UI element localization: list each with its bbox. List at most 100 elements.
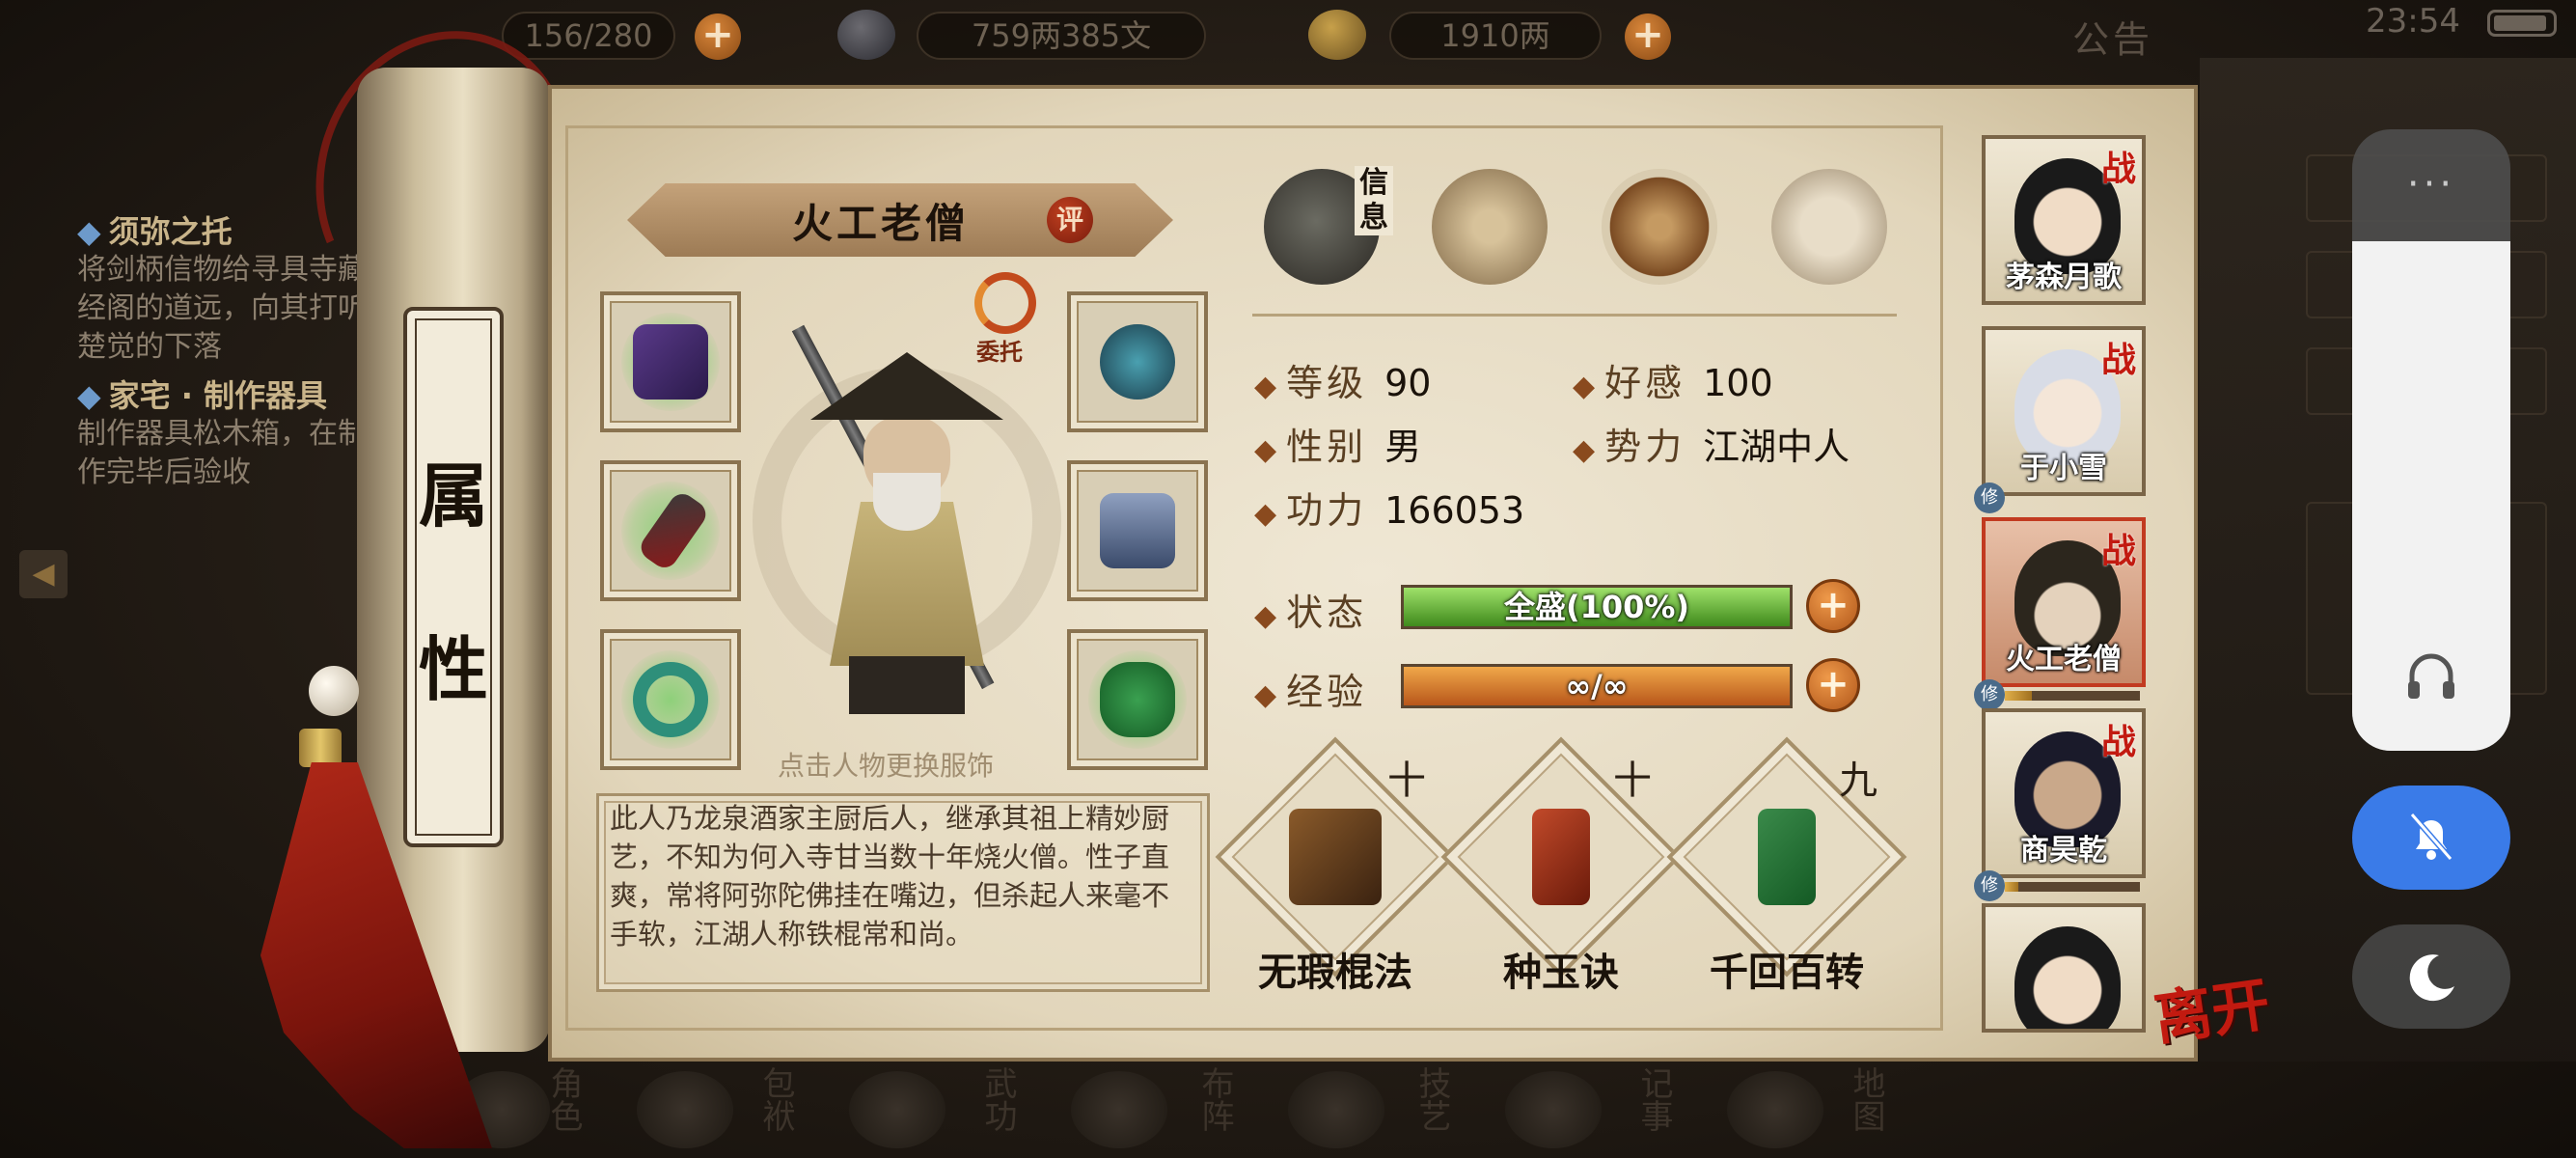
tab-book-icon[interactable]	[1432, 169, 1548, 285]
stat-power: ◆ 功力 166053	[1254, 489, 1525, 532]
staff-manual-icon[interactable]	[1289, 809, 1382, 905]
menu-icon[interactable]	[849, 1071, 945, 1148]
stat-level: ◆ 等级 90	[1254, 362, 1432, 404]
equip-slot-accessory[interactable]	[1067, 629, 1208, 770]
cultivate-badge: 修	[1974, 679, 2005, 710]
jade-bead	[309, 666, 359, 716]
equip-slot-ring[interactable]	[600, 629, 741, 770]
collapse-arrow-icon[interactable]: ◀	[19, 550, 68, 598]
exp-bar: ∞/∞	[1401, 664, 1793, 708]
bottom-menu-map[interactable]: 地图	[1843, 1066, 1890, 1153]
menu-icon[interactable]	[1071, 1071, 1167, 1148]
scroll-label-border	[415, 318, 492, 836]
entrust-label[interactable]: 委托	[976, 333, 1023, 367]
roster-card[interactable]: 战 商昊乾	[1982, 708, 2146, 878]
skill-level: 十	[1613, 758, 1652, 803]
bottom-menu-bag[interactable]: 包袱	[753, 1066, 800, 1153]
battle-badge: 战	[2100, 723, 2136, 762]
roster-progress	[2005, 882, 2140, 892]
battle-badge: 战	[2100, 150, 2136, 189]
armor-icon	[1100, 493, 1175, 568]
tab-meridian-icon[interactable]	[1771, 169, 1887, 285]
exp-add-button[interactable]: +	[1806, 658, 1860, 712]
bottom-menu-formation[interactable]: 布阵	[1192, 1066, 1239, 1153]
more-options-icon[interactable]: ···	[2352, 162, 2510, 207]
roster-card[interactable]: 战 茅森月歌	[1982, 135, 2146, 305]
gold-ingot-icon	[1308, 10, 1366, 60]
equip-slot-hidden-weapon[interactable]	[600, 460, 741, 601]
battle-badge: 战	[2100, 341, 2136, 380]
quest-description: 制作器具松木箱，在制作完毕后验收	[77, 417, 367, 489]
gold-counter: 1910两	[1389, 12, 1602, 60]
storage-counter: 156/280	[502, 12, 675, 60]
bottom-menu-role[interactable]: 角色	[540, 1066, 588, 1153]
bottom-menu-skills[interactable]: 技艺	[1409, 1066, 1456, 1153]
green-scroll-icon[interactable]	[1758, 809, 1816, 905]
gold-add-button[interactable]: +	[1625, 14, 1671, 60]
exp-bar-text: ∞/∞	[1565, 668, 1629, 704]
equip-slot-hat[interactable]	[1067, 291, 1208, 432]
skill-name[interactable]: 无瑕棍法	[1219, 941, 1451, 997]
change-outfit-hint: 点击人物更换服饰	[778, 750, 995, 782]
silver-ingot-icon	[837, 10, 895, 60]
gold-clasp	[299, 729, 342, 767]
stat-exp-label: ◆ 经验	[1254, 671, 1368, 713]
stat-status-label: ◆ 状态	[1254, 592, 1368, 634]
roster-name: 茅森月歌	[2006, 261, 2122, 294]
stat-gender: ◆ 性别男	[1254, 426, 1422, 468]
bracer-icon	[633, 324, 708, 400]
moon-icon	[2409, 954, 2454, 1002]
bell-off-icon	[2409, 813, 2453, 861]
leave-button[interactable]: 离开	[2149, 957, 2275, 1057]
cultivate-badge: 修	[1974, 870, 2005, 901]
rate-button[interactable]: 评	[1047, 197, 1093, 243]
equip-slot-armguard[interactable]	[600, 291, 741, 432]
tab-bagua-icon[interactable]	[1602, 169, 1717, 285]
skill-level: 十	[1387, 758, 1426, 803]
quest-title[interactable]: 家宅 · 制作器具	[77, 376, 367, 415]
avatar	[2014, 926, 2121, 1029]
entrust-icon[interactable]	[974, 272, 1036, 334]
character-legs[interactable]	[849, 656, 965, 714]
coins-counter: 759两385文	[917, 12, 1206, 60]
roster-card-selected[interactable]: 战 火工老僧	[1982, 517, 2146, 687]
skill-level: 九	[1839, 758, 1877, 803]
bottom-menu-martial[interactable]: 武功	[974, 1066, 1022, 1153]
equip-slot-armor[interactable]	[1067, 460, 1208, 601]
scroll-title-char: 属	[418, 455, 488, 537]
stat-favor: ◆ 好感 100	[1573, 362, 1773, 404]
status-bar-text: 全盛(100%)	[1503, 589, 1690, 625]
quest-description: 将剑柄信物给寻具寺藏经阁的道远，向其打听楚觉的下落	[77, 253, 367, 364]
stat-faction: ◆ 势力 江湖中人	[1573, 426, 1850, 468]
tab-divider	[1252, 314, 1897, 317]
roster-card[interactable]	[1982, 903, 2146, 1033]
scroll-title-char: 性	[418, 628, 488, 710]
battery-icon	[2487, 10, 2557, 37]
storage-add-button[interactable]: +	[695, 14, 741, 60]
cultivate-badge: 修	[1974, 482, 2005, 513]
skill-name[interactable]: 种玉诀	[1445, 941, 1677, 997]
skill-name[interactable]: 千回百转	[1671, 941, 1903, 997]
menu-icon[interactable]	[637, 1071, 733, 1148]
roster-name: 于小雪	[2020, 452, 2107, 485]
jade-pendant-icon	[1100, 662, 1175, 737]
roster-card[interactable]: 战 于小雪	[1982, 326, 2146, 496]
battle-badge: 战	[2100, 532, 2136, 571]
roster-name: 商昊乾	[2020, 834, 2107, 868]
status-bar: 全盛(100%)	[1401, 585, 1793, 629]
status-add-button[interactable]: +	[1806, 579, 1860, 633]
bottom-menu-journal[interactable]: 记事	[1631, 1066, 1678, 1153]
scroll-skill-icon[interactable]	[1532, 809, 1590, 905]
status-clock: 23:54	[2366, 2, 2460, 41]
notice-button[interactable]: 公告	[2072, 10, 2153, 63]
roster-name: 火工老僧	[2006, 643, 2122, 676]
menu-icon[interactable]	[1288, 1071, 1384, 1148]
headphone-icon	[2408, 653, 2454, 699]
menu-icon[interactable]	[1505, 1071, 1602, 1148]
jade-ring-icon	[633, 662, 708, 737]
tab-info-label[interactable]: 信息	[1355, 166, 1393, 235]
quest-list[interactable]: 须弥之托 将剑柄信物给寻具寺藏经阁的道远，向其打听楚觉的下落 家宅 · 制作器具…	[77, 212, 367, 502]
menu-icon[interactable]	[1727, 1071, 1823, 1148]
character-description: 此人乃龙泉酒家主厨后人，继承其祖上精妙厨艺，不知为何入寺甘当数十年烧火僧。性子直…	[610, 802, 1170, 951]
character-beard	[873, 473, 941, 531]
